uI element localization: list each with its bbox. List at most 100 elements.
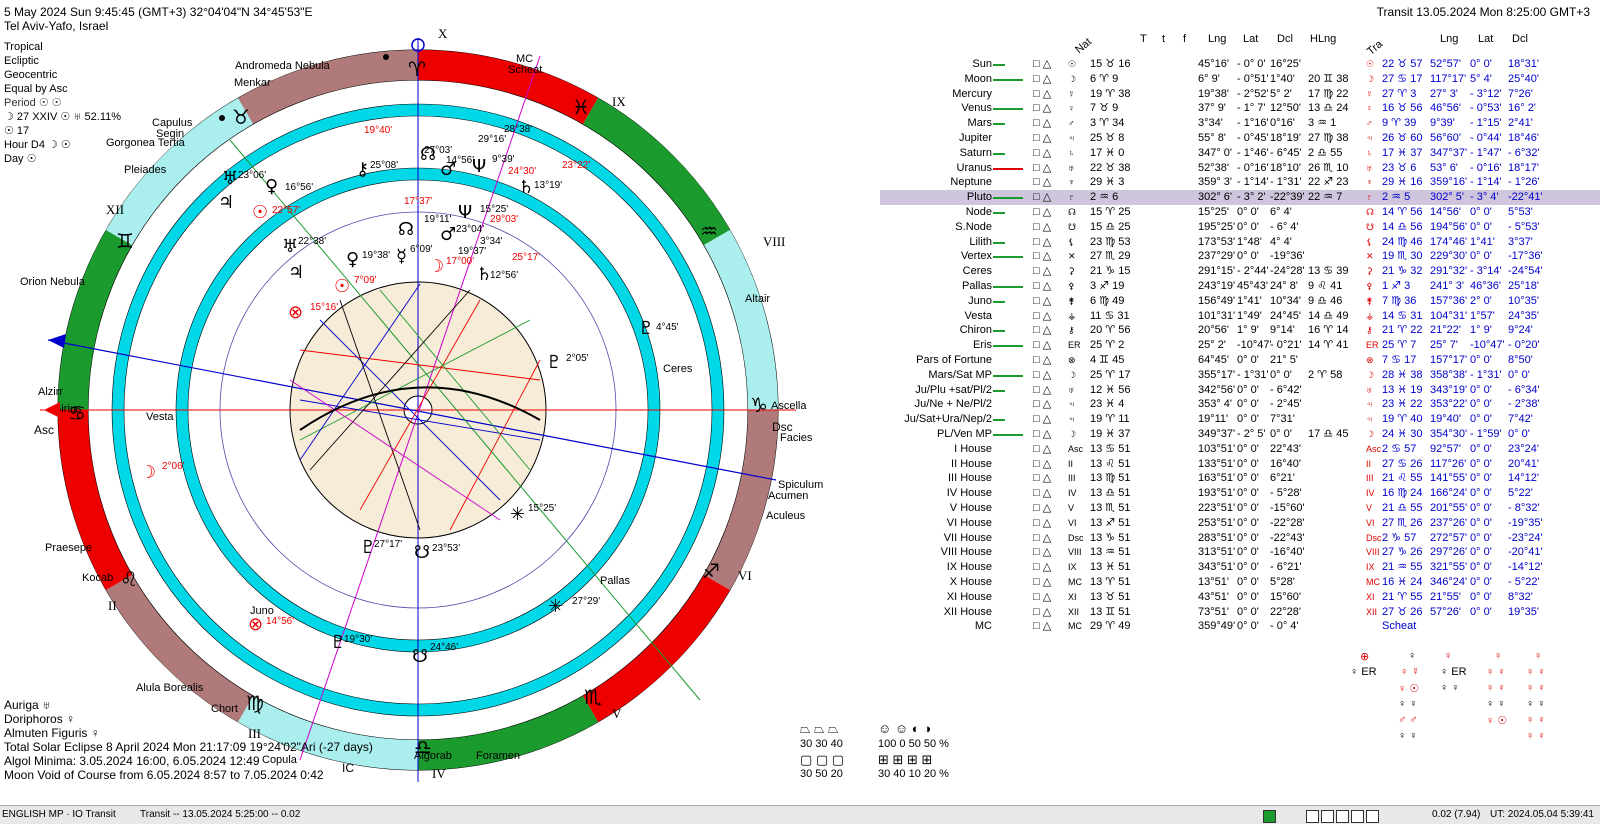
table-row[interactable]: Eris 25 ♈ 2 25° 2' -10°47' - 0°21' 14 ♈ 41 25 … xyxy=(880,338,1600,353)
cell-lng: 237°29' xyxy=(1198,250,1236,263)
strength-bar xyxy=(993,374,1023,377)
table-row[interactable]: Sun 15 ♉ 16 45°16' - 0° 0' 16°25' 22 ♉ 57 52°5… xyxy=(880,57,1600,72)
cell-hlng: 2 ♎ 55 xyxy=(1308,146,1343,159)
status-toggle-2[interactable] xyxy=(1321,810,1334,823)
lilith-transit-icon: ⊗ xyxy=(248,614,263,635)
table-row[interactable]: Pars of Fortune 4 ♊ 45 64°45' 0° 0' 21° 5' 7 … xyxy=(880,353,1600,368)
cell-nat: 13 ♐ 51 xyxy=(1090,516,1131,529)
cell-tlng: 347°37' xyxy=(1430,146,1468,159)
cell-nat: 13 ♓ 51 xyxy=(1090,561,1131,574)
table-row[interactable]: IX House 13 ♓ 51 343°51' 0° 0' - 6°21' 21 ♒ 5… xyxy=(880,560,1600,575)
status-toggle-4[interactable] xyxy=(1351,810,1364,823)
uranus-natal-icon: ♅ xyxy=(282,236,298,257)
cell-tdcl: -20°41' xyxy=(1508,546,1543,559)
aspect-marks-icon: □ △ xyxy=(1033,620,1052,633)
table-row[interactable]: Pallas 3 ♐ 19 243°19' 45°43' 24° 8' 9 ♌ 41 1 ♐… xyxy=(880,279,1600,294)
cell-lng: 359°49' xyxy=(1198,620,1236,633)
cell-lat: - 0°16' xyxy=(1237,161,1269,174)
table-row[interactable]: X House 13 ♈ 51 13°51' 0° 0' 5°28' 16 ♓ 24 346… xyxy=(880,575,1600,590)
svg-text:29°16': 29°16' xyxy=(478,134,506,145)
table-row[interactable]: MC 29 ♈ 49 359°49' 0° 0' - 0° 4' Scheat MC □ △ xyxy=(880,619,1600,634)
cell-tlat: 0° 0' xyxy=(1470,413,1492,426)
status-toggle-3[interactable] xyxy=(1336,810,1349,823)
table-row[interactable]: Vertex 27 ♏ 29 237°29' 0° 0' -19°36' 19 ♏ 30 2… xyxy=(880,249,1600,264)
table-row[interactable]: Ceres 21 ♑ 15 291°15' - 2°44' -24°28' 13 ♋ 39… xyxy=(880,264,1600,279)
transit-glyph-icon: ♃ xyxy=(1366,414,1373,425)
aspect-marks-icon: □ △ xyxy=(1033,546,1052,559)
table-row[interactable]: Neptune 29 ♓ 3 359° 3' - 1°14' - 1°31' 22 ♐ 2… xyxy=(880,175,1600,190)
table-row[interactable]: Moon 6 ♈ 9 6° 9' - 0°51' 1°40' 20 ♊ 38 27 ♋ 17… xyxy=(880,72,1600,87)
table-row[interactable]: Vesta 11 ♋ 31 101°31' 1°49' 24°45' 14 ♎ 49 14 … xyxy=(880,309,1600,324)
table-row[interactable]: Jupiter 25 ♉ 8 55° 8' - 0°45' 18°19' 27 ♍ 38 2… xyxy=(880,131,1600,146)
table-row[interactable]: Ju/Ne + Ne/Pl/2 23 ♓ 4 353° 4' 0° 0' - 2°45'… xyxy=(880,397,1600,412)
cell-lat: - 2° 5' xyxy=(1237,428,1266,440)
table-row[interactable]: Node 15 ♈ 25 15°25' 0° 0' 6° 4' 14 ♈ 56 14°56'… xyxy=(880,205,1600,220)
row-glyph-icon: ♄ xyxy=(1068,147,1075,158)
table-row[interactable]: Venus 7 ♉ 9 37° 9' - 1° 7' 12°50' 13 ♎ 24 16 ♉… xyxy=(880,101,1600,116)
star-praesepe: Praesepe xyxy=(45,542,92,554)
cell-name: Lilith xyxy=(969,235,992,248)
row-glyph-icon: II xyxy=(1068,458,1074,469)
status-toggle-1[interactable] xyxy=(1306,810,1319,823)
house-viii: VIII xyxy=(763,234,785,249)
table-row[interactable]: I House 13 ♋ 51 103°51' 0° 0' 22°43' 2 ♋ 57 92… xyxy=(880,442,1600,457)
table-row[interactable]: VII House 13 ♑ 51 283°51' 0° 0' -22°43' 2 ♑ 5… xyxy=(880,531,1600,546)
table-row[interactable]: Mars 3 ♈ 34 3°34' - 1°16' 0°16' 3 ♒ 1 9 ♈ 39 9°… xyxy=(880,116,1600,131)
table-row[interactable]: III House 13 ♍ 51 163°51' 0° 0' 6°21' 21 ♌ 55… xyxy=(880,471,1600,486)
cell-name: Saturn xyxy=(959,146,992,159)
table-row[interactable]: Saturn 17 ♓ 0 347° 0' - 1°46' - 6°45' 2 ♎ 55 1… xyxy=(880,146,1600,161)
star-gorgonea: Gorgonea Tertia xyxy=(106,137,186,149)
table-row[interactable]: V House 13 ♏ 51 223°51' 0° 0' -15°60' 21 ♎ 55… xyxy=(880,501,1600,516)
row-glyph-icon: ⚶ xyxy=(1068,310,1076,321)
cell-tlng: 117°17' xyxy=(1430,72,1467,85)
cell-tlng: 353°22' xyxy=(1430,398,1468,411)
chart-wheel[interactable]: X IX VIII Ascella Dsc VI V IV III II XII… xyxy=(0,0,880,805)
cell-tlat: 0° 0' xyxy=(1470,590,1492,603)
transit-glyph-icon: ⚵ xyxy=(1366,295,1373,306)
table-row[interactable]: Chiron 20 ♈ 56 20°56' 1° 9' 9°14' 16 ♈ 14 21 ♈… xyxy=(880,323,1600,338)
table-row[interactable]: Juno 6 ♍ 49 156°49' 1°41' 10°34' 9 ♎ 46 7 ♍ 36… xyxy=(880,294,1600,309)
table-row[interactable]: VI House 13 ♐ 51 253°51' 0° 0' -22°28' 27 ♏ 2… xyxy=(880,516,1600,531)
cell-tdcl: -23°24' xyxy=(1508,531,1543,544)
cell-tlng: 9°39' xyxy=(1430,117,1455,130)
cell-lat: - 1°31' xyxy=(1237,368,1269,381)
svg-text:24°30': 24°30' xyxy=(508,166,536,177)
table-row[interactable]: II House 13 ♌ 51 133°51' 0° 0' 16°40' 27 ♋ 26… xyxy=(880,457,1600,472)
cell-name: Ju/Ne + Ne/Pl/2 xyxy=(914,398,992,411)
cell-nat: 15 ♈ 25 xyxy=(1090,206,1131,218)
table-row[interactable]: PL/Ven MP 19 ♓ 37 349°37' - 2° 5' 0° 0' 17 ♎ … xyxy=(880,427,1600,442)
status-toggle-5[interactable] xyxy=(1366,810,1379,823)
table-row[interactable]: Mercury 19 ♈ 38 19°38' - 2°52' 5° 2' 17 ♍ 22 2… xyxy=(880,87,1600,102)
table-row[interactable]: Ju/Sat+Ura/Nep/2 19 ♈ 11 19°11' 0° 0' 7°31' 1… xyxy=(880,412,1600,427)
table-row[interactable]: Ju/Plu +sat/Pl/2 12 ♓ 56 342°56' 0° 0' - 6°4… xyxy=(880,383,1600,398)
eclipse-info: Total Solar Eclipse 8 April 2024 Mon 21:… xyxy=(4,740,373,754)
element-icons: ▢ ▢ ▢ xyxy=(800,752,845,767)
svg-text:19°11': 19°11' xyxy=(424,214,452,225)
cell-name: Mercury xyxy=(952,87,992,100)
row-glyph-icon: ☽ xyxy=(1068,73,1077,84)
table-row[interactable]: IV House 13 ♎ 51 193°51' 0° 0' - 5°28' 16 ♍ 2… xyxy=(880,486,1600,501)
table-row[interactable]: Lilith 23 ♍ 53 173°53' 1°48' 4° 4' 24 ♍ 46 174… xyxy=(880,235,1600,250)
table-row[interactable]: Uranus 22 ♉ 38 52°38' - 0°16' 18°10' 26 ♏ 10 2… xyxy=(880,161,1600,176)
cell-tra: 7 ♍ 36 xyxy=(1382,294,1417,307)
table-row[interactable]: XII House 13 ♊ 51 73°51' 0° 0' 22°28' 27 ♉ 26… xyxy=(880,605,1600,620)
cell-tra: 21 ♑ 32 xyxy=(1382,265,1423,278)
table-row[interactable]: Pluto 2 ♒ 6 302° 6' - 3° 2' -22°39' 22 ♒ 7 2 ♒… xyxy=(880,190,1600,206)
cell-tdcl: 18°17' xyxy=(1508,161,1539,174)
transit-glyph-icon: IV xyxy=(1366,488,1375,499)
cell-nat: 13 ♎ 51 xyxy=(1090,487,1131,500)
cell-lng: 243°19' xyxy=(1198,280,1236,292)
cell-tdcl: 18°31' xyxy=(1508,58,1539,70)
table-row[interactable]: VIII House 13 ♒ 51 313°51' 0° 0' -16°40' 27 ♑… xyxy=(880,545,1600,560)
table-row[interactable]: XI House 13 ♉ 51 43°51' 0° 0' 15°60' 21 ♈ 55 2… xyxy=(880,590,1600,605)
status-color-box[interactable] xyxy=(1263,810,1276,823)
table-row[interactable]: Mars/Sat MP 25 ♈ 17 355°17' - 1°31' 0° 0' 2 ♈… xyxy=(880,368,1600,383)
row-glyph-icon: Dsc xyxy=(1068,532,1084,543)
table-row[interactable]: S.Node 15 ♎ 25 195°25' 0° 0' - 6° 4' 14 ♎ 56 1… xyxy=(880,220,1600,235)
cell-name: Uranus xyxy=(956,161,992,174)
cell-lat: - 1°46' xyxy=(1237,146,1269,159)
status-ut: UT: 2024.05.04 5:39:41 xyxy=(1490,809,1594,820)
cell-name: Sun xyxy=(972,58,992,70)
cell-nat: 15 ♉ 16 xyxy=(1090,58,1131,70)
transit-glyph-icon: ☊ xyxy=(1366,207,1374,217)
